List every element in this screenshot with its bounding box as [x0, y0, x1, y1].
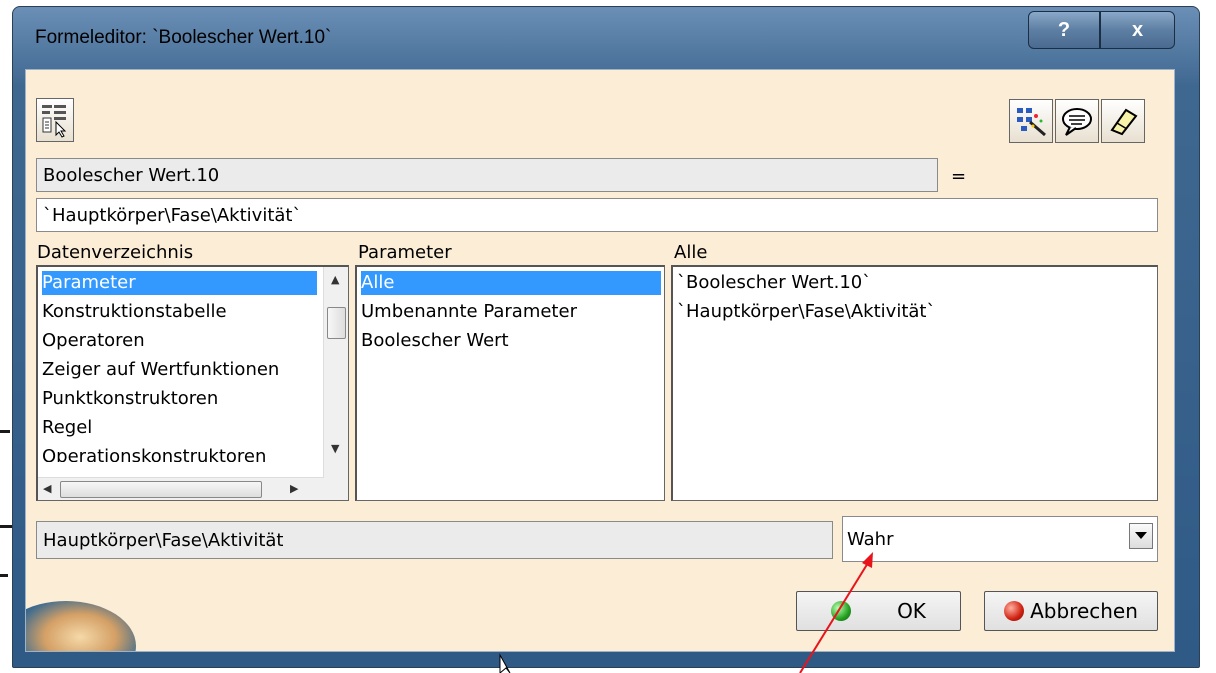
cancel-label: Abbrechen	[1030, 599, 1138, 623]
list-item[interactable]: Regel	[42, 416, 92, 440]
desktop-fragment	[0, 525, 12, 528]
tree-wand-icon[interactable]	[1009, 99, 1053, 143]
datenverzeichnis-list[interactable]: Parameter Konstruktionstabelle Operatore…	[36, 265, 349, 501]
scroll-left-icon[interactable]: ◀	[43, 482, 51, 495]
eraser-icon[interactable]	[1101, 99, 1145, 143]
alle-list[interactable]: `Boolescher Wert.10` `Hauptkörper\Fase\A…	[671, 265, 1158, 501]
scroll-thumb[interactable]	[327, 307, 346, 339]
window-title: Formeleditor: `Boolescher Wert.10`	[35, 27, 332, 48]
list-item[interactable]: Operatoren	[42, 329, 145, 353]
list-item[interactable]: Boolescher Wert	[361, 329, 509, 353]
ok-icon	[831, 601, 852, 621]
comment-bubble-icon[interactable]	[1055, 99, 1099, 143]
desktop-fragment	[0, 430, 10, 433]
cancel-icon	[1004, 601, 1025, 621]
datenverzeichnis-header: Datenverzeichnis	[37, 242, 194, 263]
list-item[interactable]: Punktkonstruktoren	[42, 387, 218, 411]
alle-header: Alle	[674, 242, 708, 263]
formula-editor-dialog: Formeleditor: `Boolescher Wert.10` ? x B…	[12, 6, 1200, 668]
vertical-scrollbar[interactable]: ▲ ▼	[323, 267, 348, 500]
selected-path-field: Hauptkörper\Fase\Aktivität	[36, 521, 833, 559]
value-select[interactable]: Wahr	[842, 516, 1158, 562]
list-item[interactable]: Parameter	[42, 271, 317, 295]
horizontal-scrollbar[interactable]: ◀ ▶	[38, 477, 324, 500]
title-bar[interactable]: Formeleditor: `Boolescher Wert.10` ? x	[13, 7, 1199, 69]
list-item[interactable]: Konstruktionstabelle	[42, 300, 227, 324]
list-item[interactable]: Alle	[361, 271, 661, 295]
list-item[interactable]: Operationskonstruktoren	[42, 445, 317, 462]
desktop-background	[0, 0, 12, 673]
ok-button[interactable]: OK	[796, 591, 961, 631]
dialog-client-area: Boolescher Wert.10 = `Hauptkörper\Fase\A…	[25, 69, 1175, 652]
parameter-header: Parameter	[358, 242, 452, 263]
close-button[interactable]: x	[1100, 11, 1175, 49]
hierarchy-select-icon[interactable]	[36, 98, 74, 142]
background-glow	[26, 601, 136, 651]
formula-expression-input[interactable]: `Hauptkörper\Fase\Aktivität`	[36, 198, 1158, 232]
desktop-fragment	[0, 574, 8, 577]
parameter-list[interactable]: Alle Umbenannte Parameter Boolescher Wer…	[355, 265, 665, 501]
list-item[interactable]: Zeiger auf Wertfunktionen	[42, 358, 317, 382]
scroll-thumb[interactable]	[60, 481, 262, 498]
cancel-button[interactable]: Abbrechen	[984, 591, 1158, 631]
equals-sign: =	[951, 166, 967, 187]
help-button[interactable]: ?	[1028, 11, 1100, 49]
value-select-text: Wahr	[847, 528, 894, 550]
list-item[interactable]: Umbenannte Parameter	[361, 300, 577, 324]
list-item[interactable]: `Boolescher Wert.10`	[677, 271, 871, 295]
ok-label: OK	[897, 599, 926, 623]
scroll-up-icon[interactable]: ▲	[331, 273, 339, 286]
parameter-name-field: Boolescher Wert.10	[36, 158, 938, 192]
chevron-down-icon[interactable]	[1129, 523, 1153, 549]
scroll-right-icon[interactable]: ▶	[290, 482, 298, 495]
list-item[interactable]: `Hauptkörper\Fase\Aktivität`	[677, 300, 935, 324]
scroll-down-icon[interactable]: ▼	[331, 442, 339, 455]
